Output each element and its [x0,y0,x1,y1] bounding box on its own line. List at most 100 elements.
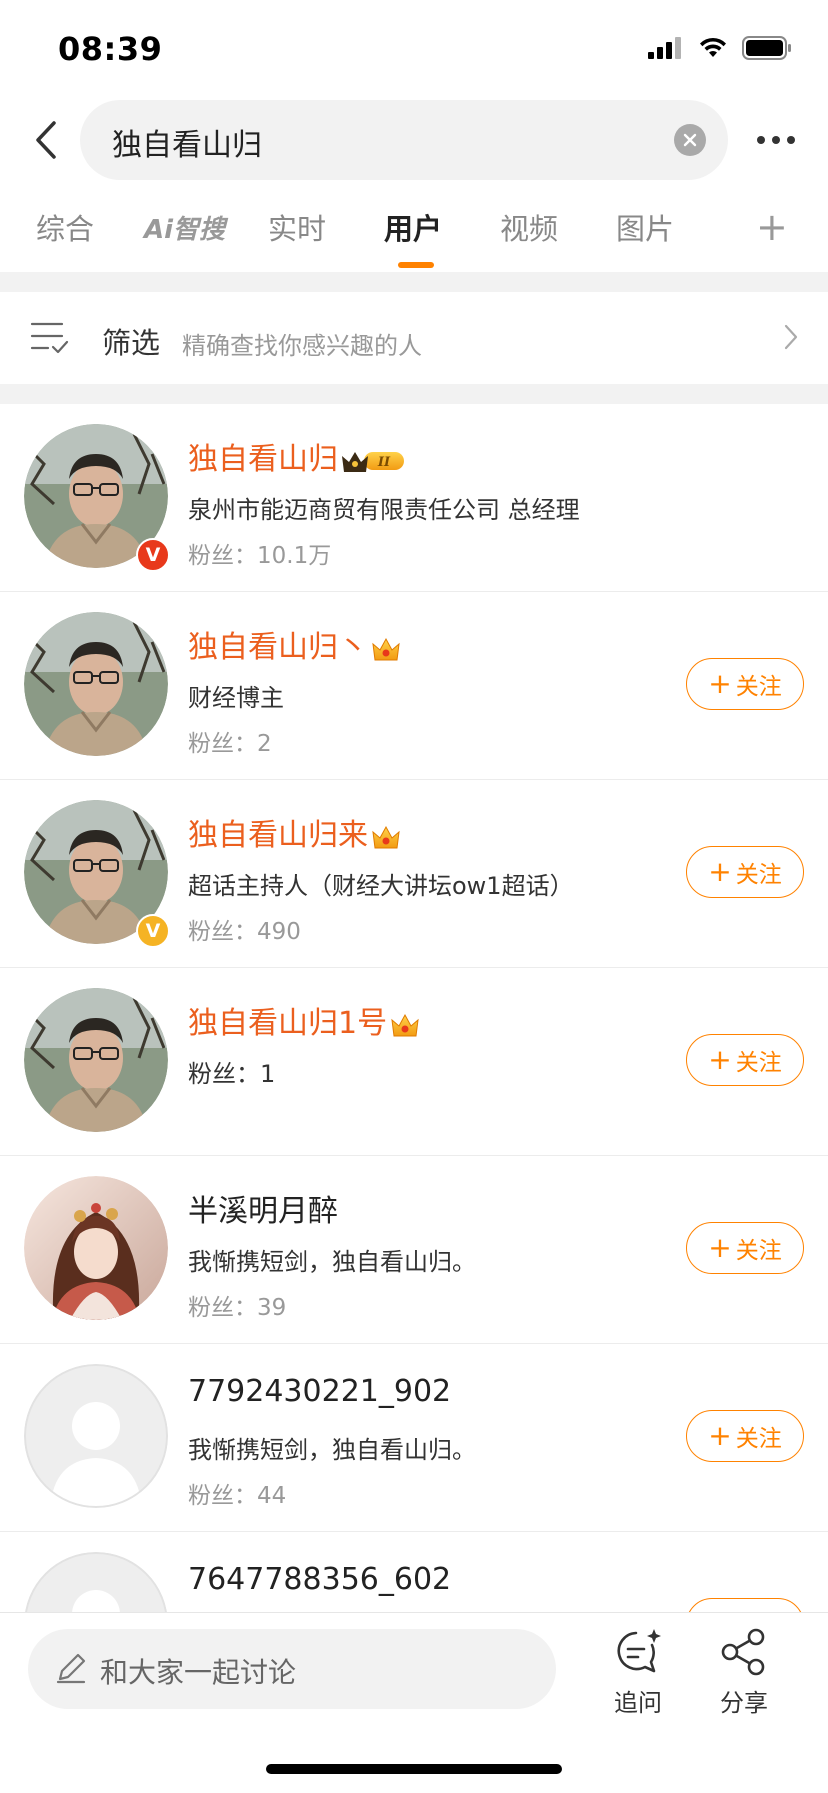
user-name: 独自看山归丶 [188,622,402,666]
tab-ai-search[interactable]: Ai智搜 [144,209,225,246]
user-item[interactable]: V 独自看山归 II 泉州市能迈商贸有限责任公司 总经理 粉丝：10.1万 [0,404,828,592]
follow-label: 关注 [735,862,782,888]
user-name: 半溪明月醉 [188,1194,338,1229]
user-description: 我惭携短剑，独自看山归。 [188,1436,476,1464]
user-name-text: 独自看山归来 [188,818,368,853]
user-item[interactable]: 独自看山归1号 粉丝：1 + 关注 [0,968,828,1156]
chat-sparkle-icon [617,1629,661,1673]
status-icons [648,36,792,60]
section-divider [0,272,828,292]
close-icon [683,133,697,147]
search-input[interactable]: 独自看山归 [80,100,728,180]
verified-badge-icon: V [136,914,170,948]
user-item[interactable]: 7792430221_902 我惭携短剑，独自看山归。 粉丝：44 + 关注 [0,1344,828,1532]
status-bar: 08:39 [0,0,828,100]
discussion-input[interactable]: 和大家一起讨论 [28,1629,556,1709]
user-name-text: 独自看山归1号 [188,1006,388,1041]
follow-button[interactable]: +关注 [686,1034,804,1086]
filter-subtitle: 精确查找你感兴趣的人 [182,332,422,360]
user-item[interactable]: 半溪明月醉 我惭携短剑，独自看山归。 粉丝：39 + 关注 [0,1156,828,1344]
man-portrait-avatar-icon [24,988,168,1132]
tab-videos[interactable]: 视频 [500,206,558,248]
share-icon [721,1628,765,1676]
filter-title: 筛选 [102,326,161,360]
back-arrow-icon [36,121,56,159]
tab-images[interactable]: 图片 [616,206,674,248]
user-name: 独自看山归 II [188,434,406,478]
user-name: 独自看山归1号 [188,998,421,1042]
user-avatar[interactable] [24,612,168,756]
svg-text:II: II [377,455,391,470]
tab-comprehensive[interactable]: 综合 [36,206,94,248]
tab-realtime[interactable]: 实时 [268,206,326,248]
anime-girl-avatar-icon [24,1176,168,1320]
user-fans-count: 粉丝：2 [188,731,272,757]
follow-label: 关注 [735,1238,782,1264]
clear-search-button[interactable] [674,124,706,156]
more-dot-icon [757,136,765,144]
follow-button[interactable]: +关注 [686,658,804,710]
follow-label: 关注 [735,1426,782,1452]
share-label: 分享 [720,1689,768,1717]
user-name-text: 独自看山归丶 [188,630,368,665]
follow-label: 关注 [735,1050,782,1076]
tab-users[interactable]: 用户 [384,206,442,248]
search-query-text: 独自看山归 [112,128,262,163]
more-dot-icon [772,136,780,144]
plus-icon: + [708,1419,732,1452]
user-item[interactable]: V 独自看山归来 超话主持人（财经大讲坛ow1超话） 粉丝：490 + 关注 [0,780,828,968]
more-options-button[interactable] [744,116,808,164]
user-fans-count: 粉丝：44 [188,1483,287,1509]
follow-button[interactable]: +关注 [686,1410,804,1462]
follow-button[interactable]: +关注 [686,1222,804,1274]
user-avatar[interactable] [24,988,168,1132]
back-button[interactable] [16,108,76,172]
filter-row[interactable]: 筛选 精确查找你感兴趣的人 [0,292,828,384]
crown-badge-icon [372,637,400,660]
chevron-right-icon [784,324,798,350]
follow-button[interactable]: +关注 [686,846,804,898]
plus-icon: + [708,667,732,700]
follow-label: 关注 [735,674,782,700]
verified-badge-icon: V [136,538,170,572]
active-tab-indicator [398,262,434,268]
more-dot-icon [787,136,795,144]
user-description: 财经博主 [188,684,284,712]
user-name: 7647788356_602 [188,1562,452,1597]
discussion-placeholder: 和大家一起讨论 [100,1656,297,1689]
user-fans-count: 粉丝：490 [188,919,301,945]
status-time: 08:39 [58,30,163,68]
ask-label: 追问 [614,1689,662,1717]
user-name: 7792430221_902 [188,1374,452,1409]
default-avatar-icon [24,1364,168,1508]
user-avatar[interactable] [24,1176,168,1320]
battery-icon [742,36,791,60]
search-header: 独自看山归 [0,100,828,180]
user-item[interactable]: 独自看山归丶 财经博主 粉丝：2 + 关注 [0,592,828,780]
user-fans-count: 粉丝：39 [188,1295,287,1321]
user-fans-count: 粉丝：1 [188,1060,276,1088]
user-name: 独自看山归来 [188,810,402,854]
user-description: 超话主持人（财经大讲坛ow1超话） [188,872,574,900]
user-avatar[interactable] [24,1364,168,1508]
plus-icon: + [708,1043,732,1076]
man-portrait-avatar-icon [24,612,168,756]
user-name-text: 独自看山归 [188,442,338,477]
ask-button[interactable]: 追问 [598,1627,678,1718]
plus-icon: + [708,1231,732,1264]
wifi-icon [700,37,726,57]
share-button[interactable]: 分享 [704,1627,784,1718]
plus-icon: + [708,855,732,888]
home-indicator [266,1764,562,1774]
pencil-icon [56,1653,86,1684]
crown-badge-icon [372,825,400,848]
user-description: 我惭携短剑，独自看山归。 [188,1248,476,1276]
search-tabs: 综合 Ai智搜 实时 用户 视频 图片 + [0,206,828,270]
user-fans-count: 粉丝：10.1万 [188,543,332,569]
filter-list-icon [30,322,69,354]
section-divider [0,384,828,404]
crown-level-badge-icon: II [342,451,404,472]
user-description: 泉州市能迈商贸有限责任公司 总经理 [188,496,580,524]
crown-badge-icon [391,1013,419,1036]
add-tab-plus-icon[interactable]: + [756,208,788,246]
